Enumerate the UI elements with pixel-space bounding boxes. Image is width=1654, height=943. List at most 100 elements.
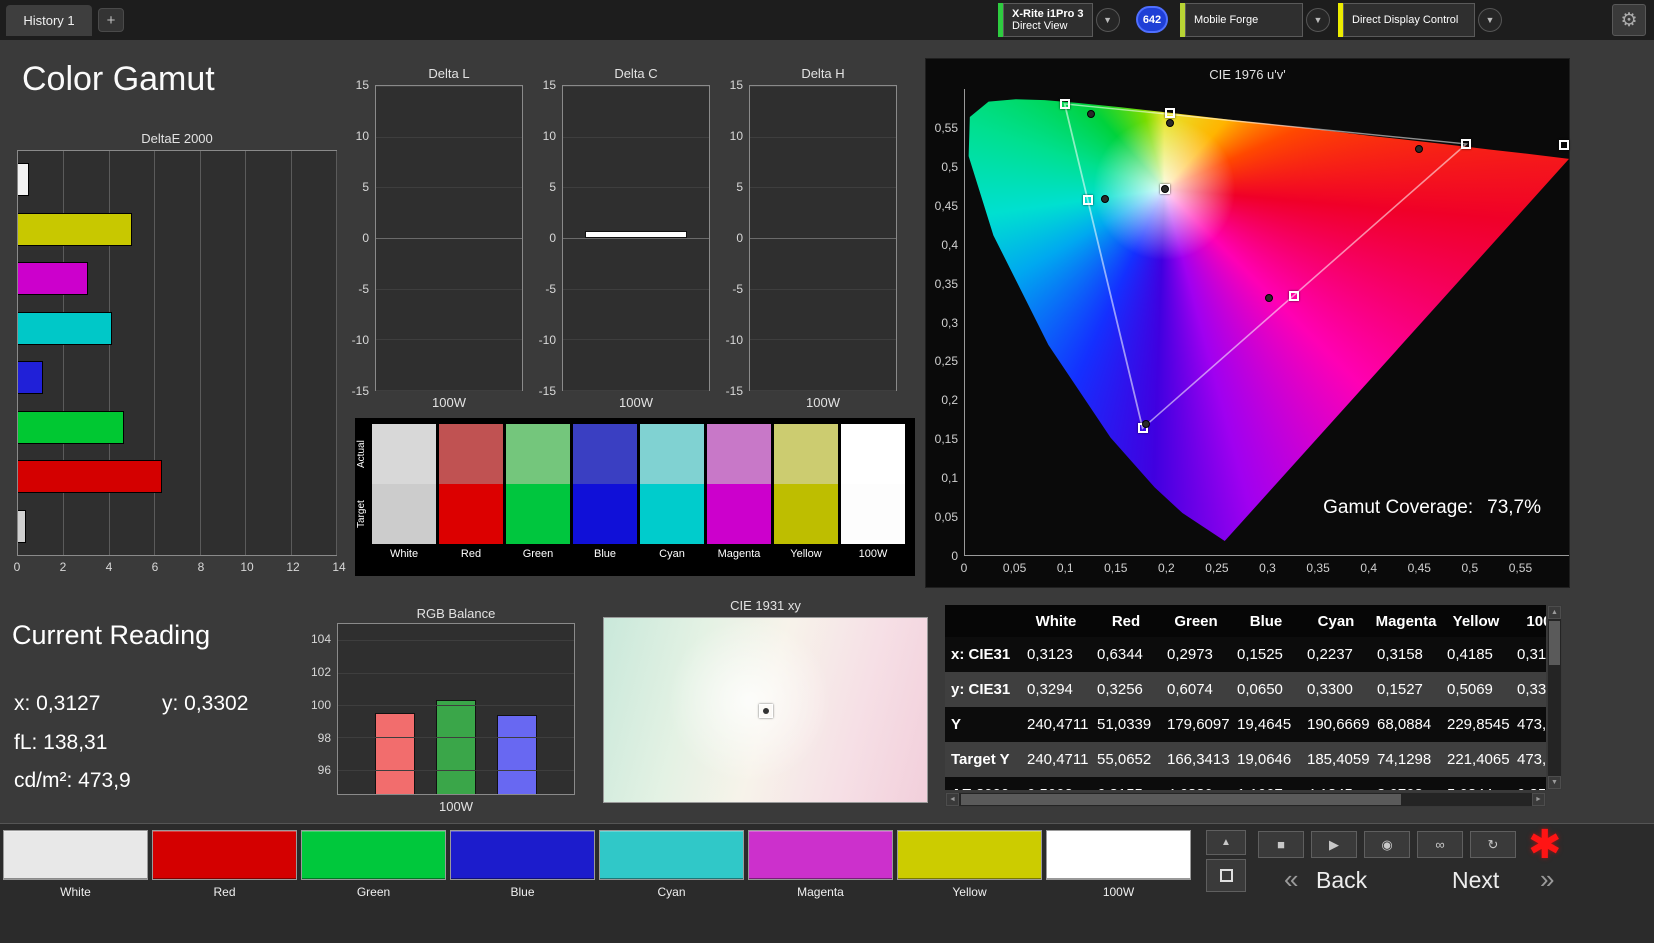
target-swatch bbox=[707, 484, 771, 544]
display-label-box[interactable]: Direct Display Control bbox=[1343, 3, 1475, 37]
next-button[interactable]: Next bbox=[1452, 867, 1499, 894]
source-dropdown-arrow[interactable]: ▼ bbox=[1306, 8, 1330, 32]
gridline bbox=[376, 187, 522, 189]
table-cell: 0,5069 bbox=[1447, 681, 1493, 698]
display-dropdown-arrow[interactable]: ▼ bbox=[1478, 8, 1502, 32]
gridline bbox=[376, 136, 522, 138]
deltae-bar-row-red bbox=[18, 460, 336, 494]
row-label: Y bbox=[951, 716, 962, 733]
gridline bbox=[154, 151, 156, 555]
cie1976-panel: CIE 1976 u'v' 0,55 0,5 0,45 0,4 0,35 0,3 0,25 0… bbox=[925, 58, 1570, 588]
swatch-column-magenta: Magenta bbox=[707, 424, 771, 562]
scroll-left-icon[interactable]: ◄ bbox=[946, 793, 959, 806]
back-button[interactable]: Back bbox=[1316, 867, 1367, 894]
patch-button-white[interactable]: White bbox=[3, 830, 148, 899]
history-tab[interactable]: History 1 bbox=[6, 5, 92, 36]
patch-button-red[interactable]: Red bbox=[152, 830, 297, 899]
target-swatch bbox=[774, 484, 838, 544]
table-row: y: CIE31 0,3294 0,3256 0,6074 0,0650 0,3300 0,… bbox=[945, 672, 1546, 707]
table-header-cell: White bbox=[1035, 612, 1077, 630]
display-control-selector[interactable]: Direct Display Control ▼ bbox=[1338, 3, 1502, 37]
patch-button-cyan[interactable]: Cyan bbox=[599, 830, 744, 899]
table-row: Target Y 240,4711 55,0652 166,3413 19,0646 18… bbox=[945, 742, 1546, 777]
axis-tick-label: 10 bbox=[355, 129, 369, 143]
continuous-button[interactable]: ∞ bbox=[1417, 831, 1463, 858]
chart-plot bbox=[562, 85, 710, 391]
source-label-box[interactable]: Mobile Forge bbox=[1185, 3, 1303, 37]
collapse-up-button[interactable]: ▲ bbox=[1206, 830, 1246, 855]
actual-row-label: Actual bbox=[356, 440, 367, 468]
patch-button-magenta[interactable]: Magenta bbox=[748, 830, 893, 899]
gridline bbox=[563, 136, 709, 138]
scroll-right-icon[interactable]: ► bbox=[1532, 793, 1545, 806]
deltae-bar-red bbox=[18, 460, 162, 494]
gridline bbox=[376, 86, 522, 87]
refresh-button[interactable]: ↻ bbox=[1470, 831, 1516, 858]
target-swatch bbox=[506, 484, 570, 544]
rgb-balance-title: RGB Balance bbox=[416, 606, 496, 621]
chart-title: Delta L bbox=[428, 66, 470, 81]
axis-tick-label: -5 bbox=[545, 282, 556, 296]
settings-gear-icon[interactable]: ⚙ bbox=[1612, 4, 1646, 36]
meter-selector[interactable]: X-Rite i1Pro 3 Direct View ▼ bbox=[998, 3, 1120, 37]
refresh-icon: ↻ bbox=[1487, 836, 1499, 852]
patch-button-green[interactable]: Green bbox=[301, 830, 446, 899]
rgb-balance-plot bbox=[337, 623, 575, 795]
vertical-scroll-thumb[interactable] bbox=[1549, 621, 1560, 665]
patch-button-blue[interactable]: Blue bbox=[450, 830, 595, 899]
target-marker-green bbox=[1059, 98, 1070, 109]
table-horizontal-scrollbar[interactable]: ◄ ► bbox=[945, 792, 1546, 807]
gridline bbox=[376, 238, 522, 239]
actual-swatch bbox=[573, 424, 637, 484]
patch-button-100w[interactable]: 100W bbox=[1046, 830, 1191, 899]
axis-tick-label: 0 bbox=[362, 231, 369, 245]
axis-tick-label: 0,45 bbox=[1407, 561, 1431, 575]
axis-tick-label: -15 bbox=[725, 384, 743, 398]
table-cell: 473, bbox=[1517, 716, 1546, 733]
horizontal-scroll-thumb[interactable] bbox=[961, 794, 1401, 805]
axis-tick-label: 0,3 bbox=[1259, 561, 1276, 575]
chart-plot bbox=[749, 85, 897, 391]
patch-button-yellow[interactable]: Yellow bbox=[897, 830, 1042, 899]
axis-tick-label: 5 bbox=[362, 180, 369, 194]
axis-tick-label: 104 bbox=[310, 632, 331, 647]
meter-name: X-Rite i1Pro 3 bbox=[1012, 8, 1084, 20]
table-vertical-scrollbar[interactable]: ▲ ▼ bbox=[1547, 605, 1562, 790]
stop-button[interactable]: ■ bbox=[1258, 831, 1304, 858]
table-header-cell: Blue bbox=[1249, 612, 1283, 630]
cie1976-title: CIE 1976 u'v' bbox=[1209, 67, 1286, 82]
deltae-bar-blue bbox=[18, 361, 43, 395]
axis-tick-label: -10 bbox=[538, 333, 556, 347]
gridline bbox=[290, 151, 292, 555]
axis-tick-label: 0,55 bbox=[934, 120, 958, 135]
swatch-compare-panel: Actual Target White Red Green Blue Cyan Magen… bbox=[355, 418, 915, 576]
swatch-column-white: White bbox=[372, 424, 436, 562]
table-cell: 0,3294 bbox=[1027, 681, 1073, 698]
axis-tick-label: 98 bbox=[317, 730, 331, 745]
table-cell: 0,4185 bbox=[1447, 646, 1493, 663]
play-button[interactable]: ▶ bbox=[1311, 831, 1357, 858]
patch-label: Magenta bbox=[797, 885, 844, 899]
back-chevron-icon[interactable]: « bbox=[1284, 864, 1298, 895]
calman-window: History 1 + X-Rite i1Pro 3 Direct View ▼… bbox=[0, 0, 1654, 943]
continuous-icon: ∞ bbox=[1435, 837, 1445, 852]
table-row: Y 240,4711 51,0339 179,6097 19,4645 190,6669 6… bbox=[945, 707, 1546, 742]
source-selector[interactable]: Mobile Forge ▼ bbox=[1180, 3, 1330, 37]
record-button[interactable]: ◉ bbox=[1364, 831, 1410, 858]
add-tab-button[interactable]: + bbox=[98, 8, 124, 32]
deltae-bar-green bbox=[18, 410, 125, 444]
patch-color bbox=[3, 830, 148, 880]
swatch-column-yellow: Yellow bbox=[774, 424, 838, 562]
meter-label[interactable]: X-Rite i1Pro 3 Direct View bbox=[1003, 3, 1093, 37]
rgb-balance-xlabel: 100W bbox=[439, 799, 473, 814]
axis-tick-label: 0 bbox=[736, 231, 743, 245]
stop-pattern-button[interactable] bbox=[1206, 859, 1246, 892]
axis-tick-label: 0,1 bbox=[941, 471, 958, 486]
cie1931-title: CIE 1931 xy bbox=[730, 598, 801, 613]
deltae-plot bbox=[17, 150, 337, 556]
next-chevron-icon[interactable]: » bbox=[1540, 864, 1554, 895]
gridline bbox=[338, 737, 574, 739]
scroll-down-icon[interactable]: ▼ bbox=[1548, 776, 1561, 789]
scroll-up-icon[interactable]: ▲ bbox=[1548, 606, 1561, 619]
meter-dropdown-arrow[interactable]: ▼ bbox=[1095, 8, 1120, 32]
